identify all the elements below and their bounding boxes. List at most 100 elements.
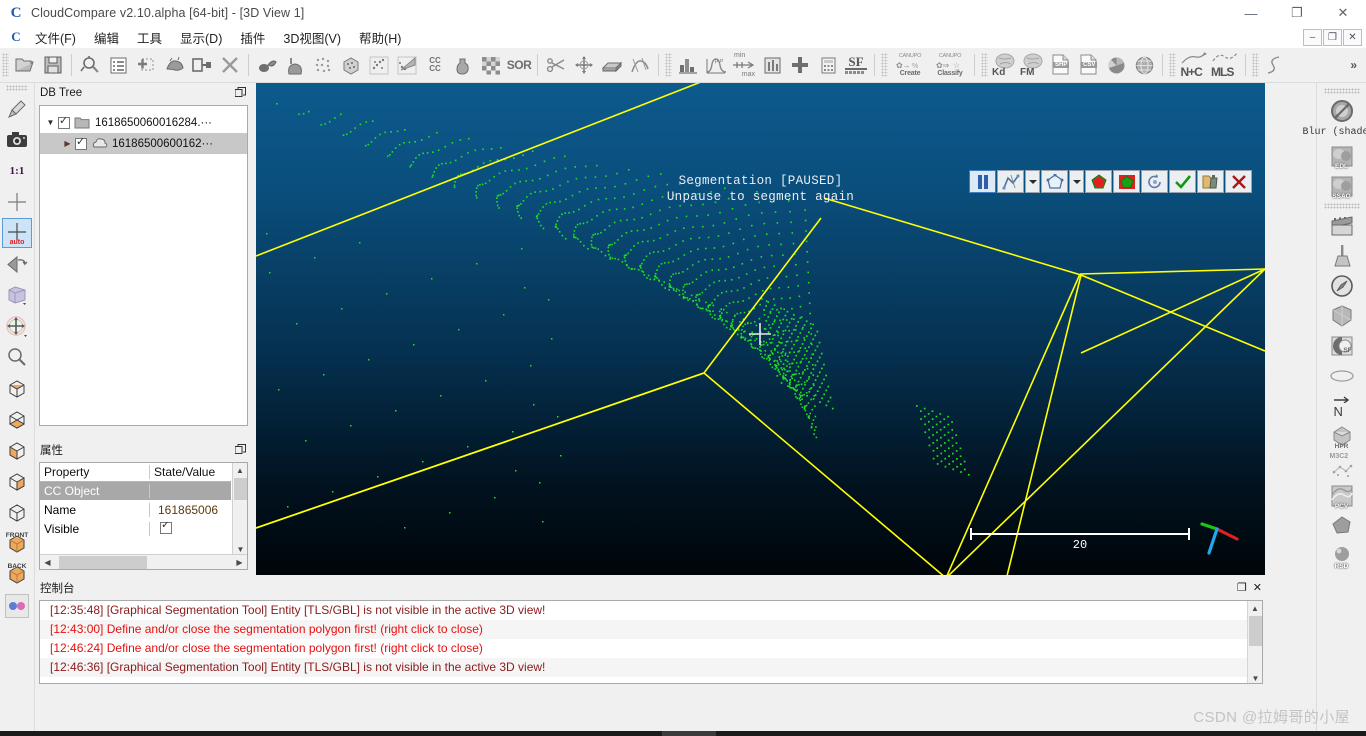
- property-value[interactable]: ✓: [150, 521, 231, 537]
- hscroll-track[interactable]: [55, 555, 232, 569]
- menu-edit[interactable]: 编辑: [85, 26, 128, 49]
- global-shift-button[interactable]: [76, 51, 104, 80]
- property-row-visible[interactable]: Visible ✓: [40, 520, 231, 539]
- scroll-right-icon[interactable]: ▶: [232, 558, 247, 567]
- poisson-recon-button[interactable]: [1325, 511, 1359, 541]
- cloud-box-button[interactable]: [337, 51, 365, 80]
- clone-button[interactable]: [160, 51, 188, 80]
- bounding-box-button[interactable]: [598, 51, 626, 80]
- menu-3dview[interactable]: 3D视图(V): [274, 26, 350, 49]
- pick-point-button[interactable]: [2, 94, 32, 124]
- 3d-view[interactable]: Segmentation [PAUSED] Unpause to segment…: [256, 83, 1265, 575]
- restore-button[interactable]: ❐: [1274, 0, 1320, 26]
- noise-filter-button[interactable]: [449, 51, 477, 80]
- properties-horizontal-scrollbar[interactable]: ◀ ▶: [40, 554, 247, 569]
- menu-plugins[interactable]: 插件: [231, 26, 274, 49]
- polyline-dropdown-button[interactable]: [1025, 170, 1040, 193]
- polygon-selection-button[interactable]: [1041, 170, 1068, 193]
- flip-view-button[interactable]: [2, 249, 32, 279]
- cloud-compare-dist-button[interactable]: [365, 51, 393, 80]
- zoom-tool-button[interactable]: [2, 342, 32, 372]
- scroll-left-icon[interactable]: ◀: [40, 558, 55, 567]
- hpr-plugin-button[interactable]: HPR: [1325, 421, 1359, 451]
- menu-display[interactable]: 显示(D): [171, 26, 231, 49]
- surface-ratio-button[interactable]: [1325, 361, 1359, 391]
- view-back-button[interactable]: BACK: [2, 559, 32, 589]
- compute-stat-button[interactable]: [758, 51, 786, 80]
- scroll-up-icon[interactable]: ▲: [233, 463, 247, 477]
- scroll-down-icon[interactable]: ▼: [1248, 671, 1262, 683]
- toolbar-grip[interactable]: [1169, 53, 1176, 77]
- scrollbar-thumb[interactable]: [234, 478, 247, 500]
- toolbar-grip[interactable]: [981, 53, 988, 77]
- cc-cc-button[interactable]: CC CC: [421, 51, 449, 80]
- move-entity-button[interactable]: [2, 311, 32, 341]
- console-scrollbar[interactable]: ▲ ▼: [1247, 601, 1262, 683]
- collapse-arrow-icon[interactable]: ▶: [61, 139, 74, 148]
- view-right-button[interactable]: [2, 466, 32, 496]
- db-tree-list[interactable]: ▼ 1618650060016284.··· ▶ 16186500600162·…: [39, 105, 248, 426]
- stereo-mode-button[interactable]: [5, 594, 29, 618]
- menu-tools[interactable]: 工具: [128, 26, 171, 49]
- console-float-icon[interactable]: ❐: [1237, 581, 1247, 594]
- sample-points-button[interactable]: [309, 51, 337, 80]
- shp-export-button[interactable]: SHP: [1046, 51, 1074, 80]
- left-toolbar-grip[interactable]: [6, 85, 28, 91]
- mdi-close-button[interactable]: ✕: [1343, 28, 1362, 46]
- normals-curvature-button[interactable]: N+C: [1178, 51, 1209, 80]
- view-left-button[interactable]: [2, 435, 32, 465]
- property-row-name[interactable]: Name 161865006: [40, 501, 231, 520]
- histogram-button[interactable]: [674, 51, 702, 80]
- delete-button[interactable]: [216, 51, 244, 80]
- toolbar-grip[interactable]: [881, 53, 888, 77]
- toolbar-grip[interactable]: [1252, 53, 1259, 77]
- properties-table[interactable]: Property State/Value CC Object Name 1618…: [39, 462, 248, 570]
- curve-button[interactable]: [1261, 51, 1289, 80]
- normal-direction-button[interactable]: N: [1325, 391, 1359, 421]
- 3d-scene-canvas[interactable]: [256, 83, 1265, 575]
- scroll-up-icon[interactable]: ▲: [1248, 601, 1262, 615]
- polyline-selection-button[interactable]: [997, 170, 1024, 193]
- scrollbar-thumb[interactable]: [1249, 616, 1262, 646]
- pcv-plugin-button[interactable]: PCV: [1325, 481, 1359, 511]
- visibility-checkbox[interactable]: [58, 114, 70, 129]
- right-toolbar-grip[interactable]: [1323, 88, 1360, 94]
- console-close-icon[interactable]: ✕: [1253, 581, 1262, 594]
- mdi-restore-button[interactable]: ❐: [1323, 28, 1342, 46]
- rsd-plugin-button[interactable]: RSD: [1325, 541, 1359, 571]
- fm-button[interactable]: FM: [1018, 51, 1046, 80]
- segment-button[interactable]: [281, 51, 309, 80]
- tree-item-root[interactable]: ▼ 1618650060016284.···: [40, 112, 247, 133]
- fit-plane-button[interactable]: [626, 51, 654, 80]
- minimize-button[interactable]: —: [1228, 0, 1274, 26]
- display-box-button[interactable]: [2, 280, 32, 310]
- segment-out-button[interactable]: [1113, 170, 1140, 193]
- cloud-mesh-dist-button[interactable]: [393, 51, 421, 80]
- view-bottom-button[interactable]: [2, 404, 32, 434]
- sf-plugin-button[interactable]: SF: [1325, 331, 1359, 361]
- mls-button[interactable]: MLS: [1209, 51, 1241, 80]
- toolbar-grip[interactable]: [665, 53, 672, 77]
- hscrollbar-thumb[interactable]: [59, 555, 147, 569]
- scissors-button[interactable]: [542, 51, 570, 80]
- polygon-dropdown-button[interactable]: [1069, 170, 1084, 193]
- sor-filter-button[interactable]: SOR: [505, 51, 533, 80]
- set-pivot-button[interactable]: [2, 187, 32, 217]
- console-log[interactable]: [12:35:48] [Graphical Segmentation Tool]…: [39, 600, 1263, 684]
- save-file-button[interactable]: [39, 51, 67, 80]
- visible-checkbox[interactable]: ✓: [160, 521, 172, 534]
- validate-segmentation-button[interactable]: [1169, 170, 1196, 193]
- properties-list-button[interactable]: [104, 51, 132, 80]
- calculator-button[interactable]: [814, 51, 842, 80]
- view-top-button[interactable]: [2, 373, 32, 403]
- float-panel-icon[interactable]: [234, 443, 247, 456]
- canupo-classify-button[interactable]: CANUPO ✿⇒ ☆ Classify: [930, 51, 970, 80]
- sor-grid-button[interactable]: [477, 51, 505, 80]
- mdi-minimize-button[interactable]: –: [1303, 28, 1322, 46]
- canupo-create-button[interactable]: CANUPO ✿→% Create: [890, 51, 930, 80]
- broom-plugin-button[interactable]: [1325, 241, 1359, 271]
- kd-tree-button[interactable]: Kd: [990, 51, 1018, 80]
- csv-export-button[interactable]: CSV: [1074, 51, 1102, 80]
- visibility-checkbox[interactable]: [75, 135, 87, 150]
- properties-vertical-scrollbar[interactable]: ▲ ▼: [232, 463, 247, 556]
